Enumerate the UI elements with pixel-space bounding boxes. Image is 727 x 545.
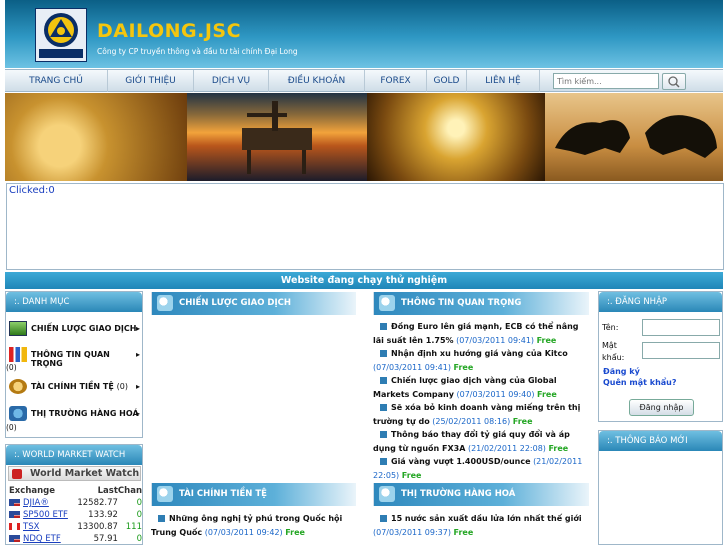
search-button[interactable]: [662, 73, 686, 90]
nav-item-about[interactable]: GIỚI THIỆU: [108, 70, 194, 92]
list-item[interactable]: Đồng Euro lên giá mạnh, ECB có thể nâng …: [373, 320, 589, 347]
category-box: :. DANH MỤC CHIẾN LƯỢC GIAO DỊCH ▸ THÔNG…: [5, 291, 143, 438]
table-header: Exchange Last Chan: [9, 486, 142, 496]
banner-oil-rig-image: [187, 93, 367, 181]
search-input[interactable]: [553, 73, 659, 89]
username-field[interactable]: [642, 319, 720, 336]
brand-name: DAILONG.JSC: [97, 20, 242, 42]
site-header: DAILONG.JSC Công ty CP truyền thông và đ…: [5, 0, 723, 68]
nav-item-forex[interactable]: FOREX: [365, 70, 427, 92]
category-item-news[interactable]: THÔNG TIN QUAN TRỌNG ▸ (0): [6, 346, 142, 372]
world-market-widget-header: World Market Watch: [8, 466, 141, 481]
page: DAILONG.JSC Công ty CP truyền thông và đ…: [0, 0, 727, 545]
finance-news-list: Những ông nghị tỷ phú trong Quốc hội Tru…: [151, 512, 356, 539]
nav-item-gold[interactable]: GOLD: [427, 70, 467, 92]
register-link[interactable]: Đăng ký: [603, 367, 640, 376]
brand-tagline: Công ty CP truyền thông và đầu tư tài ch…: [97, 47, 298, 56]
section-header-news: THÔNG TIN QUAN TRỌNG: [373, 292, 589, 315]
us-flag-icon: [9, 511, 20, 518]
password-field[interactable]: [642, 342, 720, 359]
section-icon: [157, 486, 173, 502]
market-table: Exchange Last Chan DJIA® 12582.77 0 SP50…: [9, 485, 142, 544]
login-title: :. ĐĂNG NHẬP: [599, 292, 722, 312]
list-item[interactable]: 15 nước sản xuất dầu lửa lớn nhất thế gi…: [373, 512, 589, 539]
nav-item-terms[interactable]: ĐIỀU KHOẢN: [269, 70, 365, 92]
category-item-strategy[interactable]: CHIẾN LƯỢC GIAO DỊCH ▸: [6, 320, 142, 344]
bullet-icon: [380, 458, 387, 465]
section-header-finance: TÀI CHÍNH TIỀN TỆ: [151, 483, 356, 506]
banner-gold-scale-image: [367, 93, 545, 181]
list-item[interactable]: Sẽ xóa bỏ kinh doanh vàng miếng trên thị…: [373, 401, 589, 428]
section-icon: [379, 486, 395, 502]
coins-icon: [9, 379, 27, 394]
username-label: Tên:: [602, 323, 619, 332]
list-item[interactable]: Thông báo thay đổi tỷ giá quy đổi và áp …: [373, 428, 589, 455]
world-market-title: :. WORLD MARKET WATCH: [6, 445, 142, 465]
notices-title: :. THÔNG BÁO MỚI: [599, 431, 722, 451]
nav-item-home[interactable]: TRANG CHỦ: [5, 70, 108, 92]
forgot-password-link[interactable]: Quên mật khẩu?: [603, 378, 677, 387]
login-box: :. ĐĂNG NHẬP Tên: Mật khẩu: Đăng ký Quên…: [598, 291, 723, 422]
banner-bull-bear-image: [545, 93, 723, 181]
section-header-commodities: THỊ TRƯỜNG HÀNG HOÁ: [373, 483, 589, 506]
password-label: Mật khẩu:: [602, 341, 625, 362]
goods-icon: [9, 406, 27, 421]
table-row[interactable]: DJIA® 12582.77 0: [9, 497, 142, 509]
category-title: :. DANH MỤC: [6, 292, 142, 312]
bullet-icon: [380, 377, 387, 384]
bullet-icon: [380, 350, 387, 357]
category-label: TÀI CHÍNH TIỀN TỆ (0): [31, 382, 128, 391]
nav-item-services[interactable]: DỊCH VỤ: [194, 70, 269, 92]
main-nav: TRANG CHỦ GIỚI THIỆU DỊCH VỤ ĐIỀU KHOẢN …: [5, 69, 723, 92]
banner: [5, 93, 723, 181]
commodities-news-list: 15 nước sản xuất dầu lửa lớn nhất thế gi…: [373, 512, 589, 539]
table-row[interactable]: SP500 ETF 133.92 0: [9, 509, 142, 521]
chevron-right-icon: ▸: [135, 350, 140, 359]
magnifier-icon: [668, 76, 680, 88]
table-row[interactable]: TSX 13300.87 111: [9, 521, 142, 533]
bar-chart-icon: [9, 347, 27, 362]
category-item-commodities[interactable]: THỊ TRƯỜNG HÀNG HOÁ ▸ (0): [6, 405, 142, 435]
chevron-right-icon: ▸: [135, 382, 140, 391]
section-icon: [379, 295, 395, 311]
bullet-icon: [158, 515, 165, 522]
us-flag-icon: [9, 499, 20, 506]
section-icon: [157, 295, 173, 311]
us-flag-icon: [9, 535, 20, 542]
list-item[interactable]: Nhận định xu hướng giá vàng của Kitco (0…: [373, 347, 589, 374]
notices-box: :. THÔNG BÁO MỚI: [598, 430, 723, 545]
money-icon: [9, 321, 27, 336]
bullet-icon: [380, 431, 387, 438]
banner-coins-image: [5, 93, 187, 181]
clicked-counter: Clicked:0: [9, 185, 55, 196]
list-item[interactable]: Giá vàng vượt 1.400USD/ounce (21/02/2011…: [373, 455, 589, 482]
testing-notice: Website đang chạy thử nghiệm: [5, 272, 723, 289]
logo[interactable]: [35, 8, 87, 62]
world-market-box: :. WORLD MARKET WATCH World Market Watch…: [5, 444, 143, 545]
table-row[interactable]: NDQ ETF 57.91 0: [9, 533, 142, 544]
bullet-icon: [380, 515, 387, 522]
login-button[interactable]: Đăng nhập: [629, 399, 694, 416]
bullet-icon: [380, 323, 387, 330]
nav-item-contact[interactable]: LIÊN HỆ: [467, 70, 540, 92]
category-item-finance[interactable]: TÀI CHÍNH TIỀN TỆ (0) ▸: [6, 378, 142, 402]
canada-flag-icon: [9, 523, 20, 530]
chevron-right-icon: ▸: [135, 409, 140, 418]
list-item[interactable]: Chiến lược giao dịch vàng của Global Mar…: [373, 374, 589, 401]
list-item[interactable]: Những ông nghị tỷ phú trong Quốc hội Tru…: [151, 512, 356, 539]
widget-logo-icon: [12, 469, 22, 479]
chevron-right-icon: ▸: [135, 324, 140, 333]
bullet-icon: [380, 404, 387, 411]
section-header-strategy: CHIẾN LƯỢC GIAO DỊCH: [151, 292, 356, 315]
content-frame: Clicked:0: [6, 183, 724, 270]
news-list: Đồng Euro lên giá mạnh, ECB có thể nâng …: [373, 320, 589, 482]
